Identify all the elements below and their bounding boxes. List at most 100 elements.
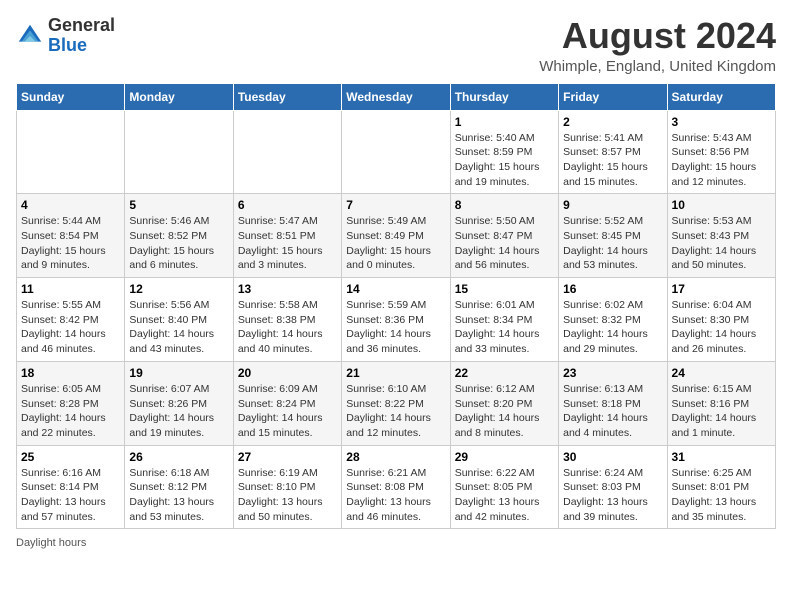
day-cell: 9 Sunrise: 5:52 AMSunset: 8:45 PMDaylight… [559, 194, 667, 278]
header-day-friday: Friday [559, 83, 667, 110]
day-info: Sunrise: 5:50 AMSunset: 8:47 PMDaylight:… [455, 214, 554, 273]
day-info: Sunrise: 5:41 AMSunset: 8:57 PMDaylight:… [563, 131, 662, 190]
day-cell [342, 110, 450, 194]
week-row-5: 25Sunrise: 6:16 AMSunset: 8:14 PMDayligh… [17, 445, 776, 529]
day-number: 15 [455, 282, 554, 296]
day-number: 19 [129, 366, 228, 380]
day-number: 20 [238, 366, 337, 380]
day-cell: 14Sunrise: 5:59 AMSunset: 8:36 PMDayligh… [342, 278, 450, 362]
day-cell: 11 Sunrise: 5:55 AMSunset: 8:42 PMDayligh… [17, 278, 125, 362]
logo-blue-text: Blue [48, 35, 87, 55]
day-info: Sunrise: 5:55 AMSunset: 8:42 PMDaylight:… [21, 298, 120, 357]
day-info: Sunrise: 6:01 AMSunset: 8:34 PMDaylight:… [455, 298, 554, 357]
title-area: August 2024 Whimple, England, United Kin… [539, 16, 776, 75]
day-number: 3 [672, 115, 771, 129]
day-cell: 24 Sunrise: 6:15 AMSunset: 8:16 PMDayligh… [667, 361, 775, 445]
day-info: Sunrise: 6:15 AMSunset: 8:16 PMDaylight:… [672, 382, 771, 441]
day-info: Sunrise: 6:16 AMSunset: 8:14 PMDaylight:… [21, 466, 120, 525]
day-cell: 1 Sunrise: 5:40 AMSunset: 8:59 PMDaylight… [450, 110, 558, 194]
day-cell: 12 Sunrise: 5:56 AMSunset: 8:40 PMDayligh… [125, 278, 233, 362]
day-cell: 23 Sunrise: 6:13 AMSunset: 8:18 PMDayligh… [559, 361, 667, 445]
day-number: 9 [563, 198, 662, 212]
day-cell: 20 Sunrise: 6:09 AMSunset: 8:24 PMDayligh… [233, 361, 341, 445]
day-cell: 18Sunrise: 6:05 AMSunset: 8:28 PMDayligh… [17, 361, 125, 445]
header-day-tuesday: Tuesday [233, 83, 341, 110]
header-day-thursday: Thursday [450, 83, 558, 110]
day-number: 11 [21, 282, 120, 296]
week-row-2: 4Sunrise: 5:44 AMSunset: 8:54 PMDaylight… [17, 194, 776, 278]
day-info: Sunrise: 6:04 AMSunset: 8:30 PMDaylight:… [672, 298, 771, 357]
day-number: 28 [346, 450, 445, 464]
day-info: Sunrise: 6:21 AMSunset: 8:08 PMDaylight:… [346, 466, 445, 525]
day-cell: 3 Sunrise: 5:43 AMSunset: 8:56 PMDaylight… [667, 110, 775, 194]
month-year-title: August 2024 [539, 16, 776, 56]
logo-text: General Blue [48, 16, 115, 56]
day-cell: 15 Sunrise: 6:01 AMSunset: 8:34 PMDayligh… [450, 278, 558, 362]
day-info: Sunrise: 5:46 AMSunset: 8:52 PMDaylight:… [129, 214, 228, 273]
day-cell: 13Sunrise: 5:58 AMSunset: 8:38 PMDayligh… [233, 278, 341, 362]
header-day-wednesday: Wednesday [342, 83, 450, 110]
day-number: 26 [129, 450, 228, 464]
day-number: 16 [563, 282, 662, 296]
day-number: 10 [672, 198, 771, 212]
day-number: 12 [129, 282, 228, 296]
day-number: 13 [238, 282, 337, 296]
day-info: Sunrise: 6:13 AMSunset: 8:18 PMDaylight:… [563, 382, 662, 441]
day-cell: 7Sunrise: 5:49 AMSunset: 8:49 PMDaylight… [342, 194, 450, 278]
day-number: 5 [129, 198, 228, 212]
day-cell: 5 Sunrise: 5:46 AMSunset: 8:52 PMDaylight… [125, 194, 233, 278]
header-day-sunday: Sunday [17, 83, 125, 110]
day-info: Sunrise: 5:53 AMSunset: 8:43 PMDaylight:… [672, 214, 771, 273]
day-cell: 10 Sunrise: 5:53 AMSunset: 8:43 PMDayligh… [667, 194, 775, 278]
day-cell [17, 110, 125, 194]
location-subtitle: Whimple, England, United Kingdom [539, 58, 776, 75]
day-cell: 25Sunrise: 6:16 AMSunset: 8:14 PMDayligh… [17, 445, 125, 529]
day-info: Sunrise: 6:09 AMSunset: 8:24 PMDaylight:… [238, 382, 337, 441]
page-header: General Blue August 2024 Whimple, Englan… [16, 16, 776, 75]
day-info: Sunrise: 6:19 AMSunset: 8:10 PMDaylight:… [238, 466, 337, 525]
day-info: Sunrise: 5:47 AMSunset: 8:51 PMDaylight:… [238, 214, 337, 273]
day-info: Sunrise: 6:18 AMSunset: 8:12 PMDaylight:… [129, 466, 228, 525]
day-number: 14 [346, 282, 445, 296]
day-number: 1 [455, 115, 554, 129]
day-cell: 17 Sunrise: 6:04 AMSunset: 8:30 PMDayligh… [667, 278, 775, 362]
day-cell: 22Sunrise: 6:12 AMSunset: 8:20 PMDayligh… [450, 361, 558, 445]
day-info: Sunrise: 6:10 AMSunset: 8:22 PMDaylight:… [346, 382, 445, 441]
day-info: Sunrise: 5:40 AMSunset: 8:59 PMDaylight:… [455, 131, 554, 190]
week-row-4: 18Sunrise: 6:05 AMSunset: 8:28 PMDayligh… [17, 361, 776, 445]
day-number: 27 [238, 450, 337, 464]
day-info: Sunrise: 6:02 AMSunset: 8:32 PMDaylight:… [563, 298, 662, 357]
header-day-monday: Monday [125, 83, 233, 110]
day-cell: 16 Sunrise: 6:02 AMSunset: 8:32 PMDayligh… [559, 278, 667, 362]
day-number: 30 [563, 450, 662, 464]
day-cell: 29Sunrise: 6:22 AMSunset: 8:05 PMDayligh… [450, 445, 558, 529]
day-info: Sunrise: 5:56 AMSunset: 8:40 PMDaylight:… [129, 298, 228, 357]
day-number: 22 [455, 366, 554, 380]
day-cell: 31 Sunrise: 6:25 AMSunset: 8:01 PMDayligh… [667, 445, 775, 529]
day-cell [125, 110, 233, 194]
calendar-body: 1 Sunrise: 5:40 AMSunset: 8:59 PMDaylight… [17, 110, 776, 529]
logo: General Blue [16, 16, 115, 56]
day-number: 24 [672, 366, 771, 380]
day-cell: 27 Sunrise: 6:19 AMSunset: 8:10 PMDayligh… [233, 445, 341, 529]
day-number: 21 [346, 366, 445, 380]
calendar-table: SundayMondayTuesdayWednesdayThursdayFrid… [16, 83, 776, 530]
day-info: Sunrise: 6:25 AMSunset: 8:01 PMDaylight:… [672, 466, 771, 525]
header-row: SundayMondayTuesdayWednesdayThursdayFrid… [17, 83, 776, 110]
week-row-3: 11 Sunrise: 5:55 AMSunset: 8:42 PMDayligh… [17, 278, 776, 362]
day-number: 31 [672, 450, 771, 464]
day-info: Sunrise: 5:43 AMSunset: 8:56 PMDaylight:… [672, 131, 771, 190]
day-cell: 8 Sunrise: 5:50 AMSunset: 8:47 PMDaylight… [450, 194, 558, 278]
day-number: 7 [346, 198, 445, 212]
day-info: Sunrise: 6:05 AMSunset: 8:28 PMDaylight:… [21, 382, 120, 441]
day-cell: 19Sunrise: 6:07 AMSunset: 8:26 PMDayligh… [125, 361, 233, 445]
day-cell: 28 Sunrise: 6:21 AMSunset: 8:08 PMDayligh… [342, 445, 450, 529]
day-number: 23 [563, 366, 662, 380]
day-cell: 4Sunrise: 5:44 AMSunset: 8:54 PMDaylight… [17, 194, 125, 278]
day-number: 8 [455, 198, 554, 212]
day-cell: 2Sunrise: 5:41 AMSunset: 8:57 PMDaylight… [559, 110, 667, 194]
day-number: 17 [672, 282, 771, 296]
calendar-header: SundayMondayTuesdayWednesdayThursdayFrid… [17, 83, 776, 110]
day-cell: 26 Sunrise: 6:18 AMSunset: 8:12 PMDayligh… [125, 445, 233, 529]
day-info: Sunrise: 5:52 AMSunset: 8:45 PMDaylight:… [563, 214, 662, 273]
